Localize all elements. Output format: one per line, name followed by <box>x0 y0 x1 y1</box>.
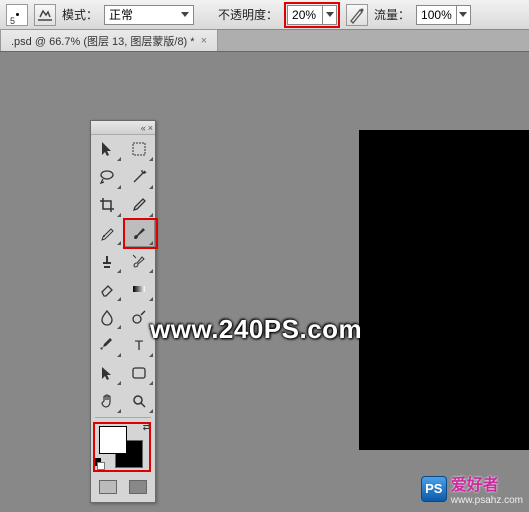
healing-brush-tool[interactable] <box>91 219 123 247</box>
svg-text:T: T <box>135 337 144 353</box>
watermark-corner: PS 爱好者 www.psahz.com <box>421 471 523 506</box>
tools-panel[interactable]: « × T ⇄ <box>90 120 156 503</box>
lasso-tool[interactable] <box>91 163 123 191</box>
brush-preset-picker[interactable]: 5 <box>6 4 28 26</box>
crop-tool[interactable] <box>91 191 123 219</box>
gradient-tool[interactable] <box>123 275 155 303</box>
options-bar: 5 模式： 正常 不透明度： 20% 流量： 100% <box>0 0 529 30</box>
mode-label: 模式： <box>62 6 98 23</box>
close-icon[interactable]: × <box>201 35 207 47</box>
opacity-dropdown[interactable] <box>322 6 336 24</box>
chevron-down-icon <box>181 12 189 17</box>
quickmask-mode-icon[interactable] <box>129 480 147 494</box>
default-colors-icon[interactable] <box>93 458 105 470</box>
document-tab-bar: .psd @ 66.7% (图层 13, 图层蒙版/8) * × <box>0 30 529 52</box>
close-icon[interactable]: × <box>148 123 153 133</box>
opacity-highlight: 20% <box>284 2 340 28</box>
zoom-tool[interactable] <box>123 387 155 415</box>
shape-tool[interactable] <box>123 359 155 387</box>
watermark-logo: PS <box>421 476 447 502</box>
canvas-area: « × T ⇄ www.240PS.com PS 爱好者 www.psahz.c… <box>0 52 529 512</box>
watermark-text1: 爱好者 <box>451 477 499 494</box>
tools-panel-header[interactable]: « × <box>91 121 155 135</box>
opacity-label: 不透明度： <box>218 6 278 23</box>
magic-wand-tool[interactable] <box>123 163 155 191</box>
document-tab-title: .psd @ 66.7% (图层 13, 图层蒙版/8) * <box>11 33 195 49</box>
eyedropper-tool[interactable] <box>123 191 155 219</box>
watermark-main: www.240PS.com <box>150 314 362 345</box>
document-tab[interactable]: .psd @ 66.7% (图层 13, 图层蒙版/8) * × <box>0 29 218 51</box>
hand-tool[interactable] <box>91 387 123 415</box>
flow-value: 100% <box>417 8 456 22</box>
collapse-icon[interactable]: « <box>141 123 146 133</box>
marquee-tool[interactable] <box>123 135 155 163</box>
screen-mode-switch <box>91 476 155 502</box>
color-swatches[interactable]: ⇄ <box>93 422 153 470</box>
flow-label: 流量： <box>374 6 410 23</box>
move-tool[interactable] <box>91 135 123 163</box>
opacity-value: 20% <box>288 8 322 22</box>
pressure-opacity-icon[interactable] <box>346 4 368 26</box>
clone-stamp-tool[interactable] <box>91 247 123 275</box>
swap-colors-icon[interactable]: ⇄ <box>143 422 151 433</box>
brush-tool[interactable] <box>123 219 155 247</box>
eraser-tool[interactable] <box>91 275 123 303</box>
watermark-text2: www.psahz.com <box>451 495 523 506</box>
blend-mode-value: 正常 <box>109 6 133 23</box>
flow-dropdown[interactable] <box>456 6 470 24</box>
flow-field[interactable]: 100% <box>416 5 471 25</box>
foreground-color[interactable] <box>99 426 127 454</box>
standard-mode-icon[interactable] <box>99 480 117 494</box>
document-canvas[interactable] <box>359 130 529 450</box>
history-brush-tool[interactable] <box>123 247 155 275</box>
blur-tool[interactable] <box>91 303 123 331</box>
blend-mode-select[interactable]: 正常 <box>104 5 194 25</box>
opacity-field[interactable]: 20% <box>287 5 337 25</box>
brush-panel-toggle-icon[interactable] <box>34 4 56 26</box>
path-selection-tool[interactable] <box>91 359 123 387</box>
pen-tool[interactable] <box>91 331 123 359</box>
